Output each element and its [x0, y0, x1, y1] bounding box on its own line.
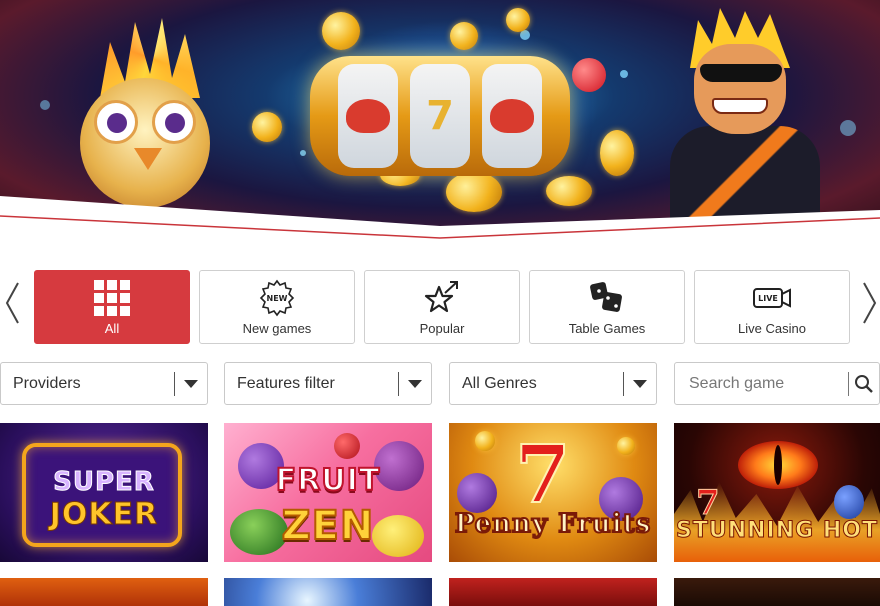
search-box	[674, 362, 880, 405]
category-label: Live Casino	[738, 321, 806, 336]
hero-bottom-curve	[0, 196, 880, 240]
genres-dropdown[interactable]: All Genres	[449, 362, 657, 405]
game-title: JOKER	[49, 497, 159, 533]
game-tile-stunning-hot[interactable]: 7 STUNNING HOT	[674, 423, 880, 562]
mascot-head	[694, 44, 786, 134]
category-live-casino[interactable]: LIVE Live Casino	[694, 270, 850, 344]
game-tile[interactable]	[0, 578, 208, 606]
category-label: Table Games	[568, 321, 646, 336]
category-label: Popular	[419, 321, 465, 336]
slot-lever	[572, 58, 606, 92]
category-prev-button[interactable]	[2, 278, 22, 328]
dice-icon	[587, 279, 627, 317]
category-popular[interactable]: Popular	[364, 270, 520, 344]
seven-symbol: 7	[426, 93, 454, 139]
grape-graphic	[834, 485, 864, 519]
game-title: FRUIT	[275, 462, 381, 499]
game-tile-super-joker[interactable]: SUPER JOKER	[0, 423, 208, 562]
grid-icon	[94, 279, 130, 317]
sparkle	[620, 70, 628, 78]
gold-coin	[617, 437, 635, 455]
gold-coin	[600, 130, 634, 176]
svg-text:LIVE: LIVE	[758, 294, 778, 303]
gold-coin	[252, 112, 282, 142]
owl-eye	[152, 100, 196, 144]
slot-machine-reels: 7	[310, 56, 570, 176]
search-input[interactable]	[675, 368, 848, 399]
features-filter-dropdown[interactable]: Features filter	[224, 362, 432, 405]
sparkle	[300, 150, 306, 156]
game-tile[interactable]	[449, 578, 657, 606]
caret-down-icon	[624, 379, 656, 388]
reel	[338, 64, 398, 168]
seven-graphic: 7	[514, 426, 572, 522]
game-tile[interactable]	[674, 578, 880, 606]
chevron-right-icon	[863, 282, 877, 324]
category-table-games[interactable]: Table Games	[529, 270, 685, 344]
owl-mascot	[60, 18, 230, 208]
reel: 7	[410, 64, 470, 168]
seven-graphic: 7	[696, 483, 721, 524]
search-icon[interactable]	[849, 374, 879, 394]
caret-down-icon	[175, 379, 207, 388]
star-arrow-icon	[423, 279, 461, 317]
game-title: ZEN	[281, 502, 375, 550]
owl-body	[80, 78, 210, 208]
reel	[482, 64, 542, 168]
providers-dropdown[interactable]: Providers	[0, 362, 208, 405]
gold-coin	[450, 22, 478, 50]
new-badge-icon: NEW	[258, 279, 296, 317]
features-filter-value: Features filter	[237, 374, 335, 392]
dragon-eye-graphic	[738, 441, 818, 489]
fox-symbol	[490, 99, 534, 133]
gold-coin	[322, 12, 360, 50]
cherry-graphic	[334, 433, 360, 459]
category-label: New games	[242, 321, 312, 336]
category-label: All	[104, 321, 120, 336]
mascot-sunglasses	[700, 64, 782, 82]
sparkle	[40, 100, 50, 110]
genres-value: All Genres	[462, 374, 537, 392]
game-title: STUNNING HOT	[676, 518, 878, 544]
game-tile[interactable]	[224, 578, 432, 606]
sparkle	[520, 30, 530, 40]
game-tile-fruit-zen[interactable]: FRUIT ZEN	[224, 423, 432, 562]
hero-banner: 7	[0, 0, 880, 240]
game-tile-penny-fruits[interactable]: 7 Penny Fruits	[449, 423, 657, 562]
gold-coin	[475, 431, 495, 451]
chevron-left-icon	[5, 282, 19, 324]
category-all[interactable]: All	[34, 270, 190, 344]
gold-coin	[506, 8, 530, 32]
providers-value: Providers	[13, 374, 81, 392]
owl-eye	[94, 100, 138, 144]
fox-symbol	[346, 99, 390, 133]
category-new-games[interactable]: NEW New games	[199, 270, 355, 344]
category-next-button[interactable]	[860, 278, 880, 328]
casino-lobby-page: 7 All NEW New games Popular Table Games …	[0, 0, 880, 606]
mascot-smile	[712, 98, 768, 114]
sunglasses-mascot	[660, 8, 830, 218]
sparkle	[840, 120, 856, 136]
game-title: SUPER	[53, 467, 155, 498]
live-camera-icon: LIVE	[752, 279, 792, 317]
grape-graphic	[457, 473, 497, 513]
svg-text:NEW: NEW	[267, 294, 288, 303]
game-title: Penny Fruits	[454, 508, 652, 540]
caret-down-icon	[399, 379, 431, 388]
